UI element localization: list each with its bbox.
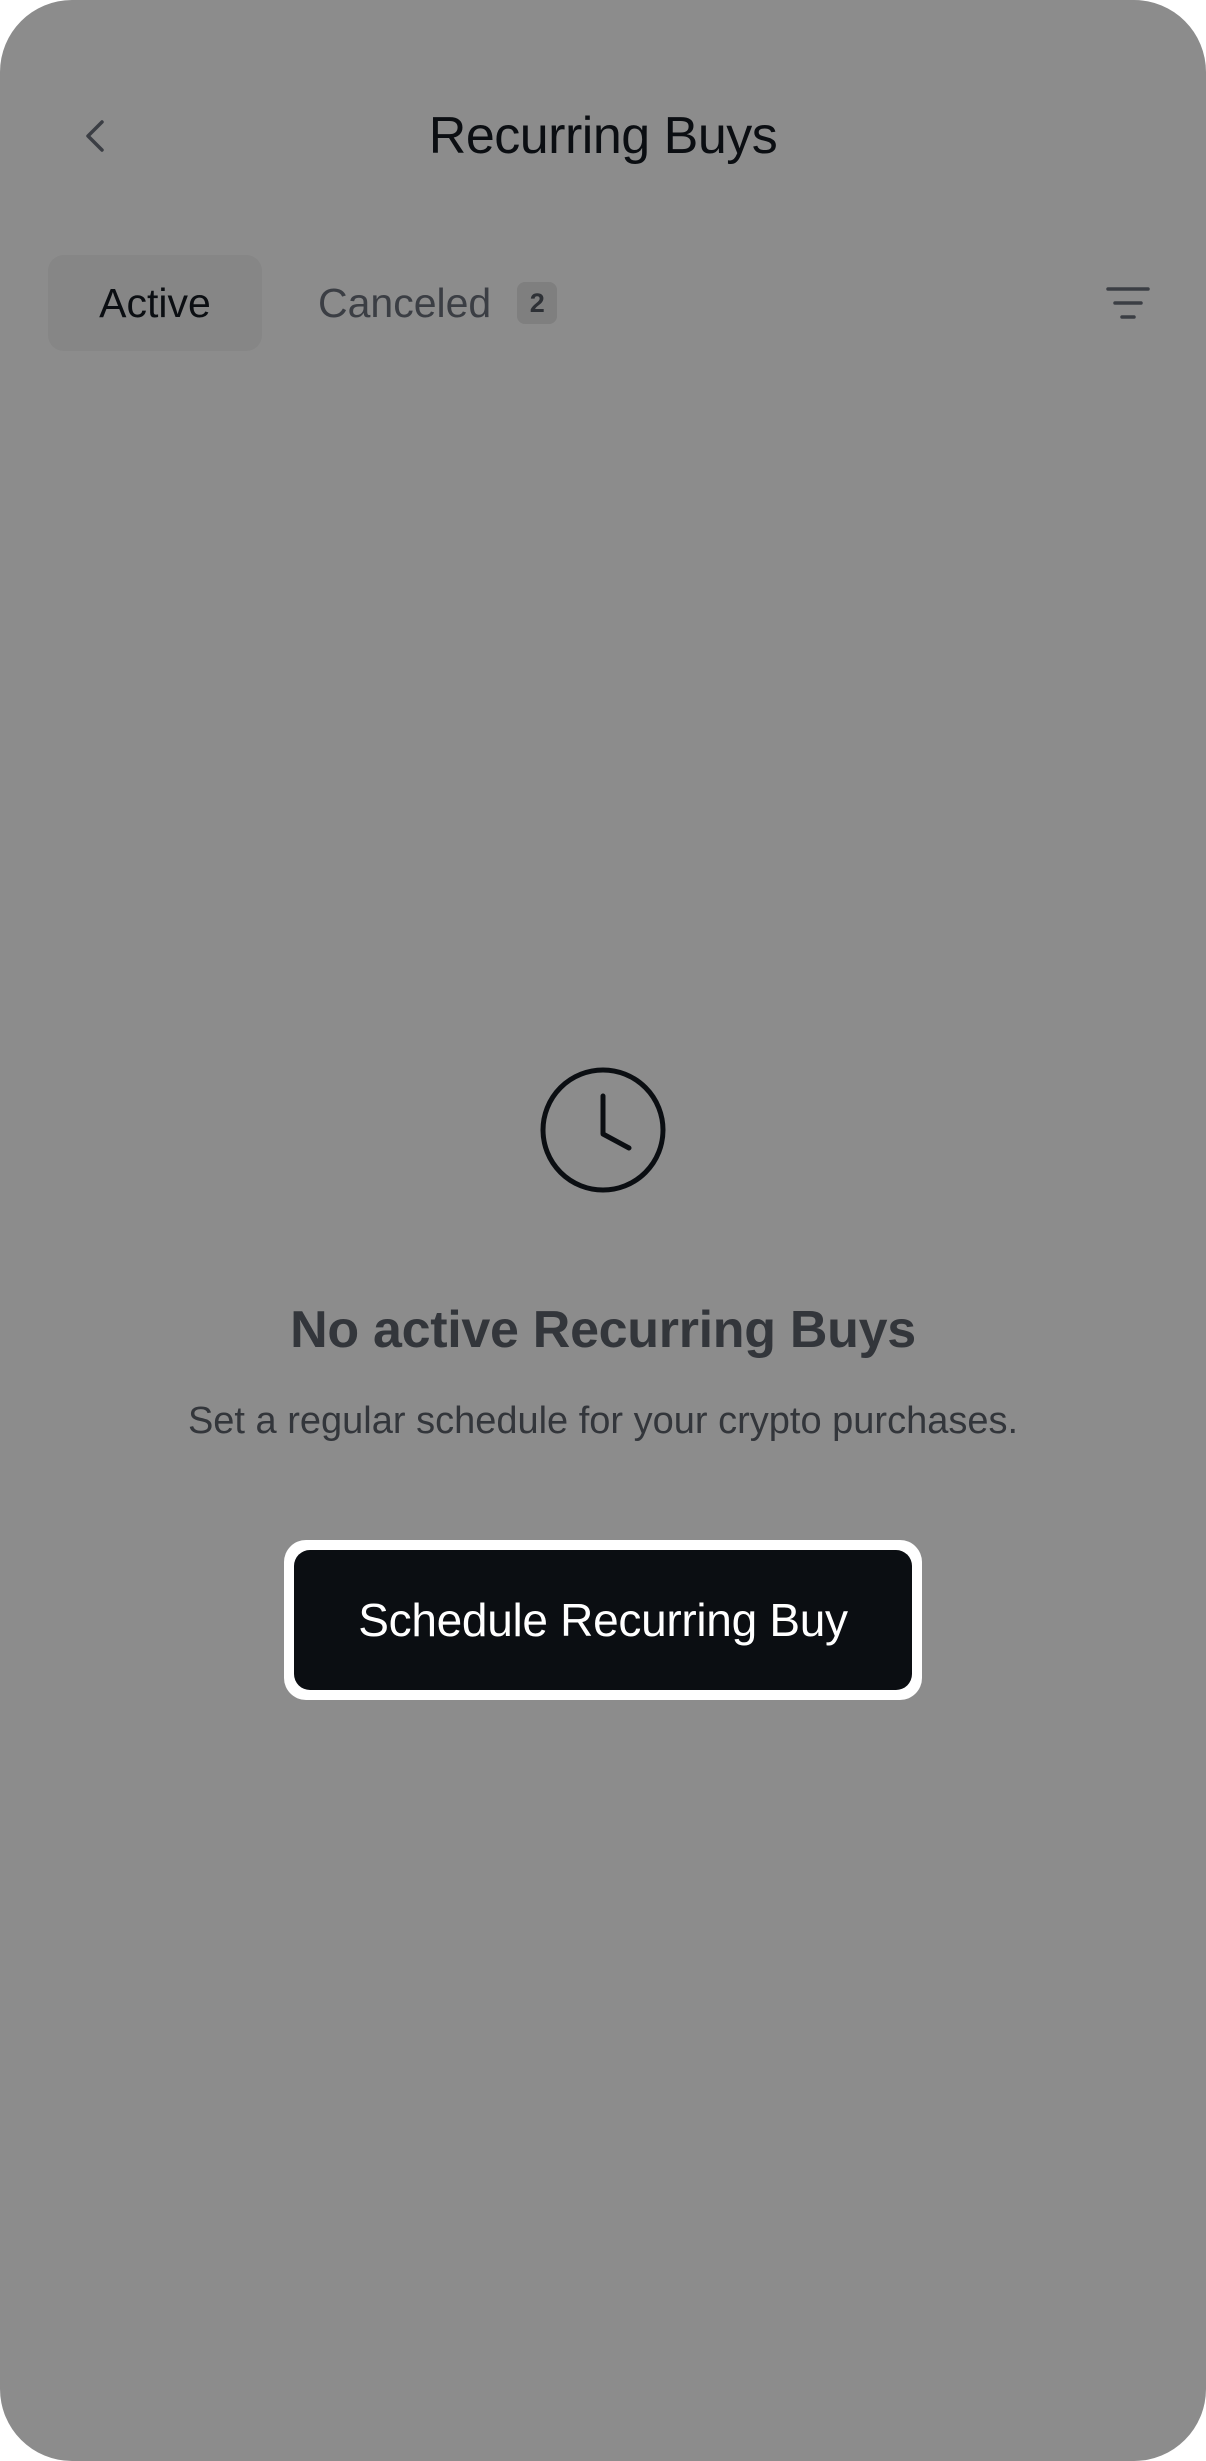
schedule-recurring-buy-button[interactable]: Schedule Recurring Buy [284,1540,922,1700]
clock-icon [540,1067,666,1193]
tab-active[interactable]: Active [48,255,262,351]
empty-state-title: No active Recurring Buys [290,1301,916,1359]
empty-state-subtitle: Set a regular schedule for your crypto p… [187,1400,1019,1442]
filter-button[interactable] [1100,275,1156,331]
tab-canceled-label: Canceled [318,279,492,326]
tab-canceled[interactable]: Canceled 2 [318,255,558,351]
schedule-recurring-buy-label: Schedule Recurring Buy [294,1550,912,1690]
canceled-count-badge: 2 [517,282,558,324]
screen: Recurring Buys Active Canceled 2 No acti… [0,0,1206,2461]
page-title: Recurring Buys [428,107,778,165]
filter-icon [1106,287,1150,319]
